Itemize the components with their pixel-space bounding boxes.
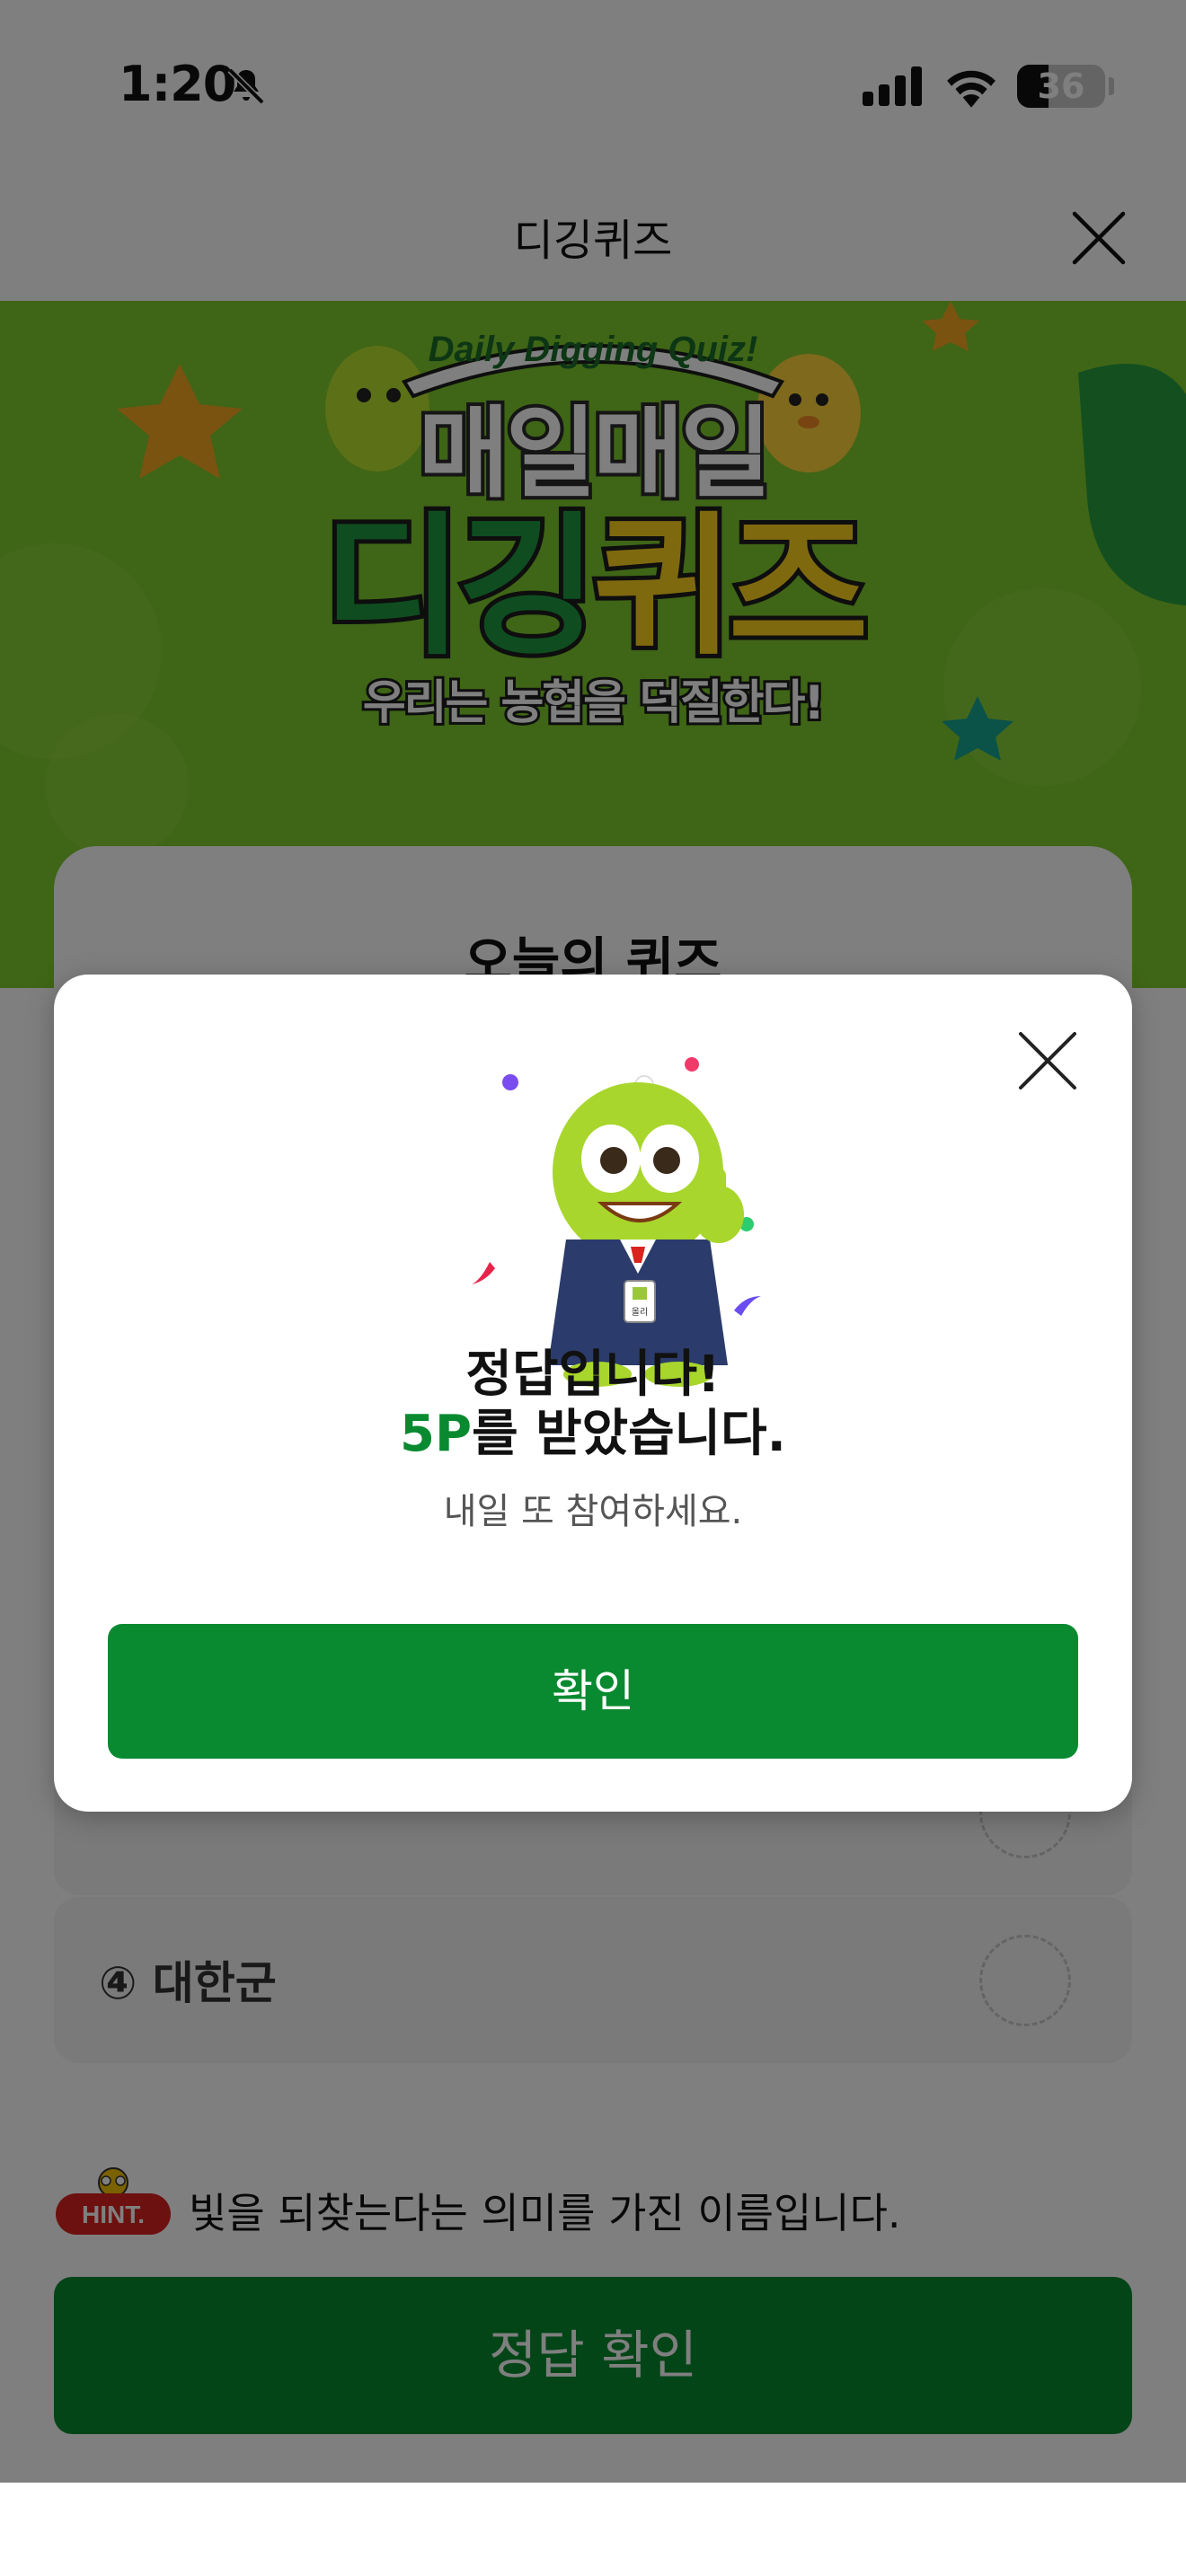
result-subtext: 내일 또 참여하세요. — [443, 1491, 743, 1532]
mascot-badge-text: 올리 — [632, 1307, 648, 1318]
points-value: 5P — [400, 1405, 473, 1463]
footer-strip — [0, 2483, 1186, 2576]
result-points-line: 5P를 받았습니다. — [54, 1393, 1132, 1466]
points-suffix: 를 받았습니다. — [472, 1405, 786, 1463]
confirm-button[interactable]: 확인 — [108, 1624, 1078, 1759]
result-modal: 올리 정답입니다! 5P를 받았습니다. 내일 또 참여하세요. 확인 — [54, 975, 1132, 1812]
close-icon[interactable] — [1015, 1028, 1080, 1093]
